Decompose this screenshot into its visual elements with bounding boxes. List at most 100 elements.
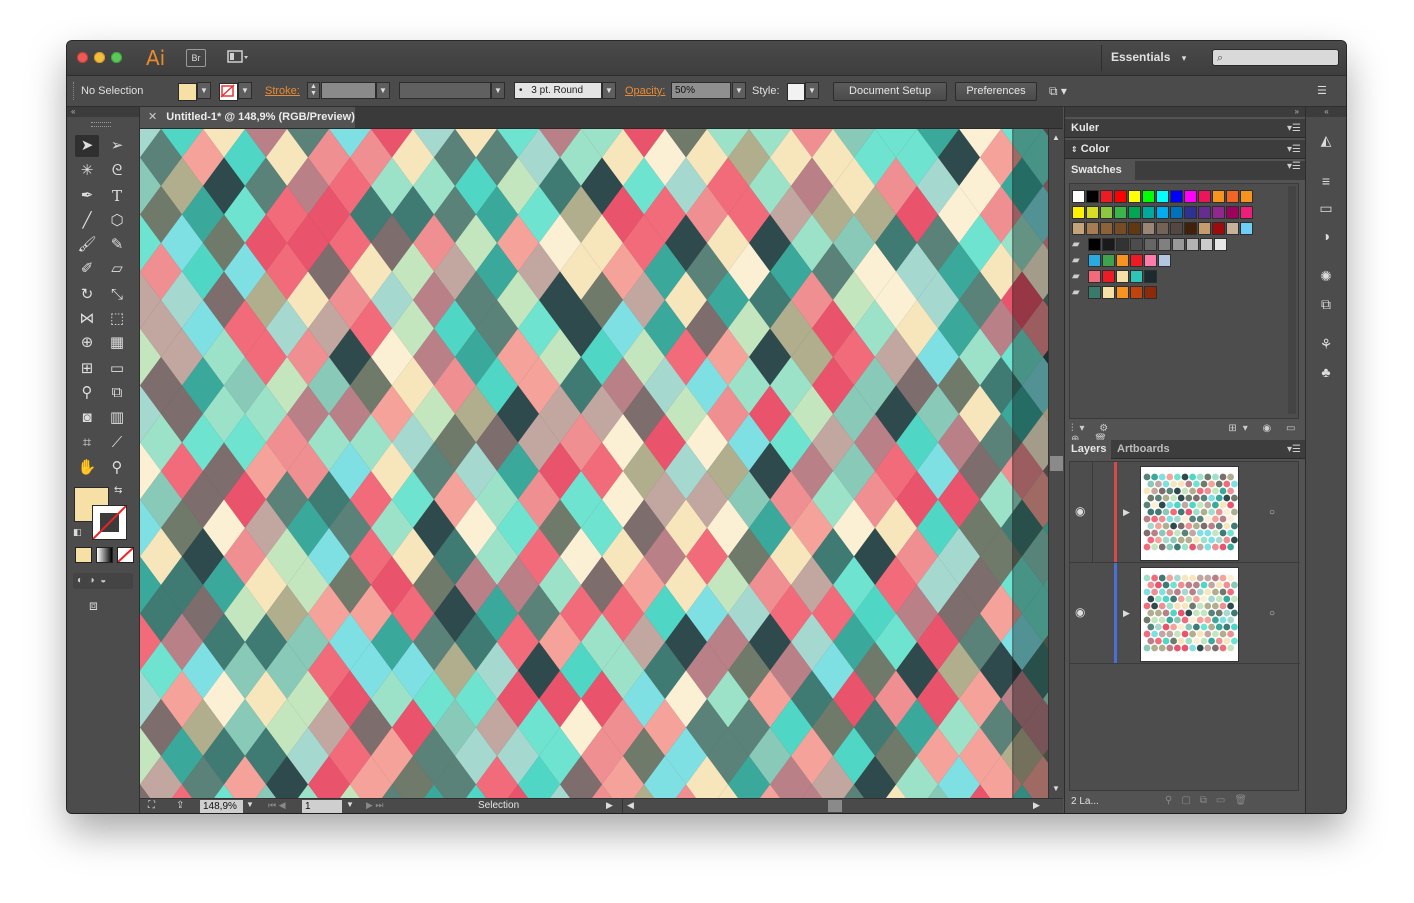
color-swatch[interactable] <box>1102 286 1115 299</box>
color-swatch[interactable] <box>1114 222 1127 235</box>
layer-row[interactable]: ◉ ▶ ○ <box>1070 462 1300 563</box>
symbol-sprayer-tool-icon[interactable]: ◙ <box>75 407 99 429</box>
paintbrush-tool-icon[interactable]: 🖌 <box>75 234 99 256</box>
color-panel-tab[interactable]: ⇕ Color ▾☰ <box>1065 140 1305 159</box>
share-icon[interactable]: ⇪ <box>176 800 184 811</box>
panel-menu-icon[interactable]: ▾☰ <box>1287 440 1301 459</box>
color-swatch[interactable] <box>1114 206 1127 219</box>
scroll-right-icon[interactable]: ▶ <box>1033 800 1040 811</box>
expand-panels-icon[interactable]: « <box>1306 107 1346 117</box>
transparency-panel-icon[interactable]: ◑ <box>1316 227 1336 245</box>
swatches-panel-tab[interactable]: Swatches <box>1065 161 1135 180</box>
color-swatch[interactable] <box>1226 222 1239 235</box>
pen-tool-icon[interactable]: ✒ <box>75 185 99 207</box>
color-swatch[interactable] <box>1114 190 1127 203</box>
artboards-panel-tab[interactable]: Artboards ▾☰ <box>1111 440 1305 459</box>
color-swatch[interactable] <box>1240 206 1253 219</box>
color-swatch[interactable] <box>1102 254 1115 267</box>
width-tool-icon[interactable]: ⋈ <box>75 308 99 330</box>
stroke-panel-icon[interactable]: ≡ <box>1316 172 1336 190</box>
color-swatch[interactable] <box>1088 270 1101 283</box>
color-swatch[interactable] <box>1214 238 1227 251</box>
preferences-button[interactable]: Preferences <box>955 82 1037 101</box>
close-window-button[interactable] <box>77 52 88 63</box>
color-swatch[interactable] <box>1144 238 1157 251</box>
swap-fill-stroke-icon[interactable]: ⇆ <box>114 485 122 496</box>
default-colors-icon[interactable]: ◧ <box>73 527 82 538</box>
color-swatch[interactable] <box>1102 270 1115 283</box>
grip-handle[interactable] <box>73 82 76 100</box>
color-swatch[interactable] <box>1226 190 1239 203</box>
grip-handle[interactable] <box>91 122 111 127</box>
fill-dropdown[interactable]: ▼ <box>197 82 211 99</box>
panel-menu-icon[interactable]: ▾☰ <box>1287 119 1301 138</box>
color-swatch[interactable] <box>1170 190 1183 203</box>
color-swatch[interactable] <box>1142 206 1155 219</box>
arrange-documents-button[interactable] <box>227 50 249 64</box>
stroke-weight-stepper[interactable]: ▲ ▼ <box>307 82 320 99</box>
color-guide-icon[interactable]: ◭ <box>1316 131 1336 149</box>
blob-brush-tool-icon[interactable]: ✐ <box>75 258 99 280</box>
tools-collapse-icon[interactable]: « <box>67 107 139 117</box>
vertical-scrollbar[interactable]: ▲ ▼ <box>1048 129 1064 798</box>
color-swatch[interactable] <box>1128 222 1141 235</box>
panel-menu-icon[interactable]: ▾☰ <box>1287 140 1301 159</box>
selection-tool-icon[interactable]: ➤ <box>75 135 99 157</box>
graphic-style-dropdown[interactable]: ▼ <box>805 82 819 99</box>
horizontal-scroll-thumb[interactable] <box>828 800 842 812</box>
pencil-tool-icon[interactable]: ✎ <box>105 234 129 256</box>
color-swatch[interactable] <box>1116 254 1129 267</box>
color-swatch[interactable] <box>1088 238 1101 251</box>
color-swatch[interactable] <box>1184 206 1197 219</box>
target-icon[interactable]: ○ <box>1269 507 1275 518</box>
mesh-tool-icon[interactable]: ⊞ <box>75 358 99 380</box>
scroll-down-icon[interactable]: ▼ <box>1052 784 1060 793</box>
brush-dropdown[interactable]: ▼ <box>602 82 616 99</box>
layers-panel-tab[interactable]: Layers <box>1065 440 1111 459</box>
color-swatch[interactable] <box>1186 238 1199 251</box>
opacity-label[interactable]: Opacity: <box>625 85 665 97</box>
search-input[interactable]: ⌕ <box>1212 49 1339 66</box>
color-swatch[interactable] <box>1130 254 1143 267</box>
swatch-folder-icon[interactable]: ▰ <box>1072 286 1085 299</box>
color-swatch[interactable] <box>1072 222 1085 235</box>
artboard-number-field[interactable]: 1 <box>302 800 342 813</box>
color-swatch[interactable] <box>1142 222 1155 235</box>
swatch-folder-icon[interactable]: ▰ <box>1072 270 1085 283</box>
color-swatch[interactable] <box>1240 222 1253 235</box>
color-swatch[interactable] <box>1100 222 1113 235</box>
horizontal-scrollbar[interactable]: ◀ ▶ <box>622 799 1048 813</box>
color-swatch[interactable] <box>1142 190 1155 203</box>
brush-definition[interactable]: • 3 pt. Round <box>514 82 602 99</box>
status-arrow-icon[interactable]: ▶ <box>606 800 613 811</box>
diamond-pattern-artwork[interactable] <box>140 129 1048 798</box>
color-swatch[interactable] <box>1198 190 1211 203</box>
screen-mode-icon[interactable]: ⧈ <box>89 597 98 614</box>
color-swatch[interactable] <box>1128 206 1141 219</box>
color-swatch[interactable] <box>1198 222 1211 235</box>
none-mode-button[interactable] <box>117 547 134 563</box>
eye-icon[interactable]: ◉ <box>1075 504 1085 518</box>
layers-footer-icons[interactable]: ⚲▢⧉▭🗑 <box>1165 795 1256 806</box>
zoom-window-button[interactable] <box>111 52 122 63</box>
color-swatch[interactable] <box>1088 254 1101 267</box>
color-swatch[interactable] <box>1144 286 1157 299</box>
zoom-tool-icon[interactable]: ⚲ <box>105 457 129 479</box>
expand-layer-icon[interactable]: ▶ <box>1123 608 1130 619</box>
color-swatch[interactable] <box>1088 286 1101 299</box>
color-swatch[interactable] <box>1240 190 1253 203</box>
color-swatch[interactable] <box>1212 190 1225 203</box>
document-tab[interactable]: ✕ Untitled-1* @ 148,9% (RGB/Preview) <box>140 107 355 128</box>
color-swatch[interactable] <box>1156 190 1169 203</box>
stroke-color-box[interactable] <box>92 505 127 540</box>
color-swatch[interactable] <box>1170 206 1183 219</box>
control-panel-menu-icon[interactable]: ☰ <box>1317 84 1327 97</box>
eye-icon[interactable]: ◉ <box>1075 605 1085 619</box>
color-swatch[interactable] <box>1200 238 1213 251</box>
artboard-canvas[interactable] <box>140 129 1048 798</box>
gradient-mode-button[interactable] <box>96 547 113 563</box>
zoom-dropdown-icon[interactable]: ▼ <box>246 800 254 809</box>
color-swatch[interactable] <box>1116 238 1129 251</box>
color-swatch[interactable] <box>1156 222 1169 235</box>
artboard-dropdown-icon[interactable]: ▼ <box>346 800 354 809</box>
